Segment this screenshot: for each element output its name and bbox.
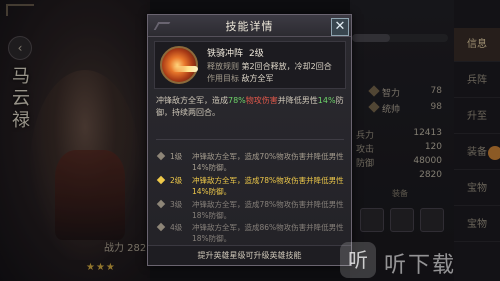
divider <box>156 139 344 140</box>
skill-icon <box>160 46 198 84</box>
level-label: 1级 <box>170 152 183 161</box>
watermark-logo-icon: 听 <box>340 242 376 278</box>
level-text: 冲锋敌方全军，造成86%物攻伤害并降低男性18%防御。 <box>192 223 344 243</box>
diamond-icon <box>156 175 166 185</box>
level-text: 冲锋敌方全军，造成70%物攻伤害并降低男性14%防御。 <box>192 152 344 172</box>
desc-text: 冲锋敌方全军，造成 <box>156 96 228 105</box>
target-value: 敌方全军 <box>241 74 274 83</box>
skill-level: 2级 <box>249 49 264 59</box>
upgrade-hint: 提升英雄星级可升级英雄技能 <box>148 245 351 265</box>
skill-release-rule: 释放规则 第2回合释放，冷却2回合 <box>207 61 332 72</box>
skill-name-text: 铁骑冲阵 <box>207 49 244 59</box>
skill-description: 冲锋敌方全军，造成78%物攻伤害并降低男性14%防御，持续两回合。 <box>156 95 346 119</box>
diamond-icon <box>156 199 166 209</box>
desc-damage-pct: 78% <box>228 96 246 105</box>
desc-defense-pct: 14% <box>317 96 336 105</box>
level-label: 4级 <box>170 223 183 232</box>
release-value: 第2回合释放，冷却2回合 <box>241 62 332 71</box>
level-text: 冲锋敌方全军，造成78%物攻伤害并降低男性14%防御。 <box>192 176 344 196</box>
skill-name: 铁骑冲阵 2级 <box>207 46 264 59</box>
skill-detail-dialog: 技能详情 ✕ 铁骑冲阵 2级 释放规则 第2回合释放，冷却2回合 作用目标 敌方全… <box>147 14 352 266</box>
dialog-header: 技能详情 ✕ <box>148 15 351 37</box>
skill-target: 作用目标 敌方全军 <box>207 73 274 84</box>
desc-damage-type: 物攻伤害 <box>245 96 278 105</box>
level-text: 冲锋敌方全军，造成78%物攻伤害并降低男性18%防御。 <box>192 200 344 220</box>
target-label: 作用目标 <box>207 74 239 83</box>
dialog-title: 技能详情 <box>225 20 274 33</box>
desc-text: 并降低男性 <box>277 96 318 105</box>
level-label: 3级 <box>170 200 183 209</box>
release-label: 释放规则 <box>207 62 239 71</box>
watermark-text: 听下载 <box>384 253 457 278</box>
diamond-icon <box>156 151 166 161</box>
close-icon[interactable]: ✕ <box>331 18 349 36</box>
diamond-icon <box>156 222 166 232</box>
level-label: 2级 <box>170 176 183 185</box>
skill-header: 铁骑冲阵 2级 释放规则 第2回合释放，冷却2回合 作用目标 敌方全军 <box>154 41 346 89</box>
